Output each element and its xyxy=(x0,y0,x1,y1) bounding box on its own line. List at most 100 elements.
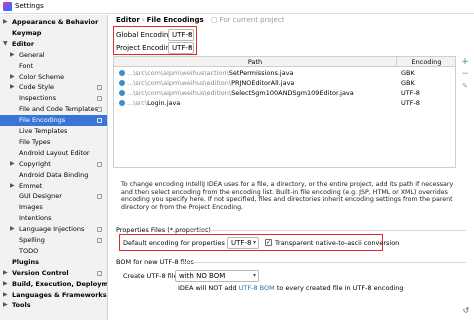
file-name: PRJNOEditorAll.java xyxy=(231,79,295,87)
table-row[interactable]: ...\src\com\aipm\weihus\edition\SelectSg… xyxy=(114,88,455,98)
chevron-right-icon[interactable]: ▶ xyxy=(3,268,8,279)
sidebar-item-label: TODO xyxy=(19,246,39,255)
properties-encoding-value: UTF-8 xyxy=(231,239,252,247)
encoding-description: To change encoding IntelliJ IDEA uses fo… xyxy=(121,181,454,211)
file-name: Login.java xyxy=(147,99,181,107)
sidebar-item[interactable]: ▶ Appearance & Behavior xyxy=(0,17,107,28)
sidebar-item[interactable]: Android Data Binding xyxy=(0,170,107,181)
remove-button[interactable]: − xyxy=(460,69,470,79)
sidebar-item[interactable]: TODO xyxy=(0,246,107,257)
project-scope-icon xyxy=(97,227,102,233)
sidebar-item[interactable]: File Types xyxy=(0,137,107,148)
sidebar-item[interactable]: GUI Designer xyxy=(0,191,107,202)
sidebar-item[interactable]: ▶ Color Scheme xyxy=(0,72,107,83)
sidebar-item-label: Intentions xyxy=(19,214,52,223)
transparent-conversion-label[interactable]: Transparent native-to-ascii conversion xyxy=(275,239,399,247)
section-divider xyxy=(190,230,466,231)
path-prefix: ...\src\com\aipm\weihus\edition\ xyxy=(127,89,232,97)
path-prefix: ...\src\ xyxy=(127,99,148,107)
edit-button[interactable]: ✎ xyxy=(460,81,470,91)
sidebar-item[interactable]: ▶ Languages & Frameworks xyxy=(0,290,107,301)
sidebar-item-label: Android Layout Editor xyxy=(19,148,90,157)
chevron-right-icon[interactable]: ▶ xyxy=(10,159,15,170)
encoding-cell[interactable]: UTF-8 xyxy=(401,98,420,108)
breadcrumb-parent[interactable]: Editor xyxy=(116,16,140,24)
project-scope-icon: ▢ xyxy=(210,16,218,24)
sidebar-item-label: File Types xyxy=(19,137,51,146)
column-header-path[interactable]: Path xyxy=(114,57,397,67)
project-scope-icon xyxy=(97,96,102,102)
sidebar-item[interactable]: Inspections xyxy=(0,93,107,104)
table-row[interactable]: ...\src\com\aipm\weihus\action\SetPermis… xyxy=(114,68,455,78)
intellij-app-icon xyxy=(3,2,12,11)
encoding-cell[interactable]: UTF-8 xyxy=(401,88,420,98)
table-row[interactable]: ...\src\com\aipm\weihus\edition\PRJNOEdi… xyxy=(114,78,455,88)
path-prefix: ...\src\com\aipm\weihus\action\ xyxy=(127,69,229,77)
chevron-right-icon[interactable]: ▶ xyxy=(3,17,8,28)
project-scope-icon xyxy=(97,194,102,200)
java-file-icon xyxy=(119,80,125,86)
path-cell: ...\src\com\aipm\weihus\edition\PRJNOEdi… xyxy=(127,78,294,88)
sidebar-item[interactable]: Live Templates xyxy=(0,126,107,137)
sidebar-item[interactable]: Keymap xyxy=(0,28,107,39)
file-name: SelectSgm100ANDSgm109Editor.java xyxy=(231,89,354,97)
breadcrumb-current: File Encodings xyxy=(146,16,204,24)
utf8-bom-link[interactable]: UTF-8 BOM xyxy=(239,284,275,292)
sidebar-item-label: Inspections xyxy=(19,94,56,103)
bom-select[interactable]: with NO BOM ▾ xyxy=(175,270,259,282)
java-file-icon xyxy=(119,100,125,106)
java-file-icon xyxy=(119,90,125,96)
sidebar-item-label: Copyright xyxy=(19,159,51,168)
chevron-right-icon[interactable]: ▶ xyxy=(10,50,15,61)
sidebar-item-label: Code Style xyxy=(19,83,55,92)
java-file-icon xyxy=(119,70,125,76)
global-encoding-select[interactable]: UTF-8 ▾ xyxy=(168,29,194,41)
title-bar: Settings xyxy=(0,0,474,14)
sidebar-item-label: Editor xyxy=(12,39,35,48)
chevron-down-icon: ▾ xyxy=(187,44,191,51)
sidebar-item-label: Plugins xyxy=(12,257,39,266)
sidebar-item[interactable]: ▶ Tools xyxy=(0,300,107,311)
sidebar-item[interactable]: File and Code Templates xyxy=(0,104,107,115)
bom-note-suffix: to every created file in UTF-8 encoding xyxy=(276,284,404,292)
properties-encoding-select[interactable]: UTF-8 ▾ xyxy=(227,237,259,249)
sidebar-item[interactable]: ▶ Language Injections xyxy=(0,224,107,235)
path-prefix: ...\src\com\aipm\weihus\edition\ xyxy=(127,79,232,87)
sidebar-item[interactable]: ▶ Copyright xyxy=(0,159,107,170)
sidebar-item[interactable]: Images xyxy=(0,202,107,213)
sidebar-item[interactable]: Spelling xyxy=(0,235,107,246)
breadcrumb-hint: For current project xyxy=(219,16,285,24)
add-button[interactable]: + xyxy=(460,57,470,67)
chevron-down-icon[interactable]: ▼ xyxy=(3,39,8,50)
breadcrumb-separator: › xyxy=(141,16,145,24)
table-row[interactable]: ...\src\Login.java UTF-8 xyxy=(114,98,455,108)
project-encoding-select[interactable]: UTF-8 ▾ xyxy=(168,42,194,54)
sidebar-item[interactable]: ▶ Version Control xyxy=(0,268,107,279)
sidebar-item[interactable]: ▼ Editor xyxy=(0,39,107,50)
column-header-encoding[interactable]: Encoding xyxy=(398,57,455,67)
chevron-right-icon[interactable]: ▶ xyxy=(3,279,8,290)
chevron-right-icon[interactable]: ▶ xyxy=(3,290,8,301)
chevron-right-icon[interactable]: ▶ xyxy=(10,181,15,192)
transparent-conversion-checkbox[interactable]: ✓ xyxy=(265,239,272,246)
sidebar-item[interactable]: Intentions xyxy=(0,213,107,224)
encoding-cell[interactable]: GBK xyxy=(401,68,415,78)
chevron-right-icon[interactable]: ▶ xyxy=(10,82,15,93)
chevron-right-icon[interactable]: ▶ xyxy=(10,224,15,235)
sidebar-item-label: Font xyxy=(19,61,34,70)
sidebar-item[interactable]: ▶ Build, Execution, Deployment xyxy=(0,279,107,290)
sidebar-item[interactable]: File Encodings xyxy=(0,115,107,126)
sidebar-item[interactable]: ▶ Code Style xyxy=(0,82,107,93)
sidebar-item-label: Images xyxy=(19,203,43,212)
sidebar-item[interactable]: Font xyxy=(0,61,107,72)
chevron-right-icon[interactable]: ▶ xyxy=(10,72,15,83)
sidebar-item[interactable]: Plugins xyxy=(0,257,107,268)
chevron-right-icon[interactable]: ▶ xyxy=(3,300,8,311)
sidebar-item[interactable]: Android Layout Editor xyxy=(0,148,107,159)
sidebar-item-label: Spelling xyxy=(19,236,45,244)
sidebar-item[interactable]: ▶ General xyxy=(0,50,107,61)
reset-icon[interactable]: ↺ xyxy=(460,306,472,316)
encoding-cell[interactable]: GBK xyxy=(401,78,415,88)
default-properties-encoding-label: Default encoding for properties files: xyxy=(123,239,243,247)
sidebar-item[interactable]: ▶ Emmet xyxy=(0,181,107,192)
